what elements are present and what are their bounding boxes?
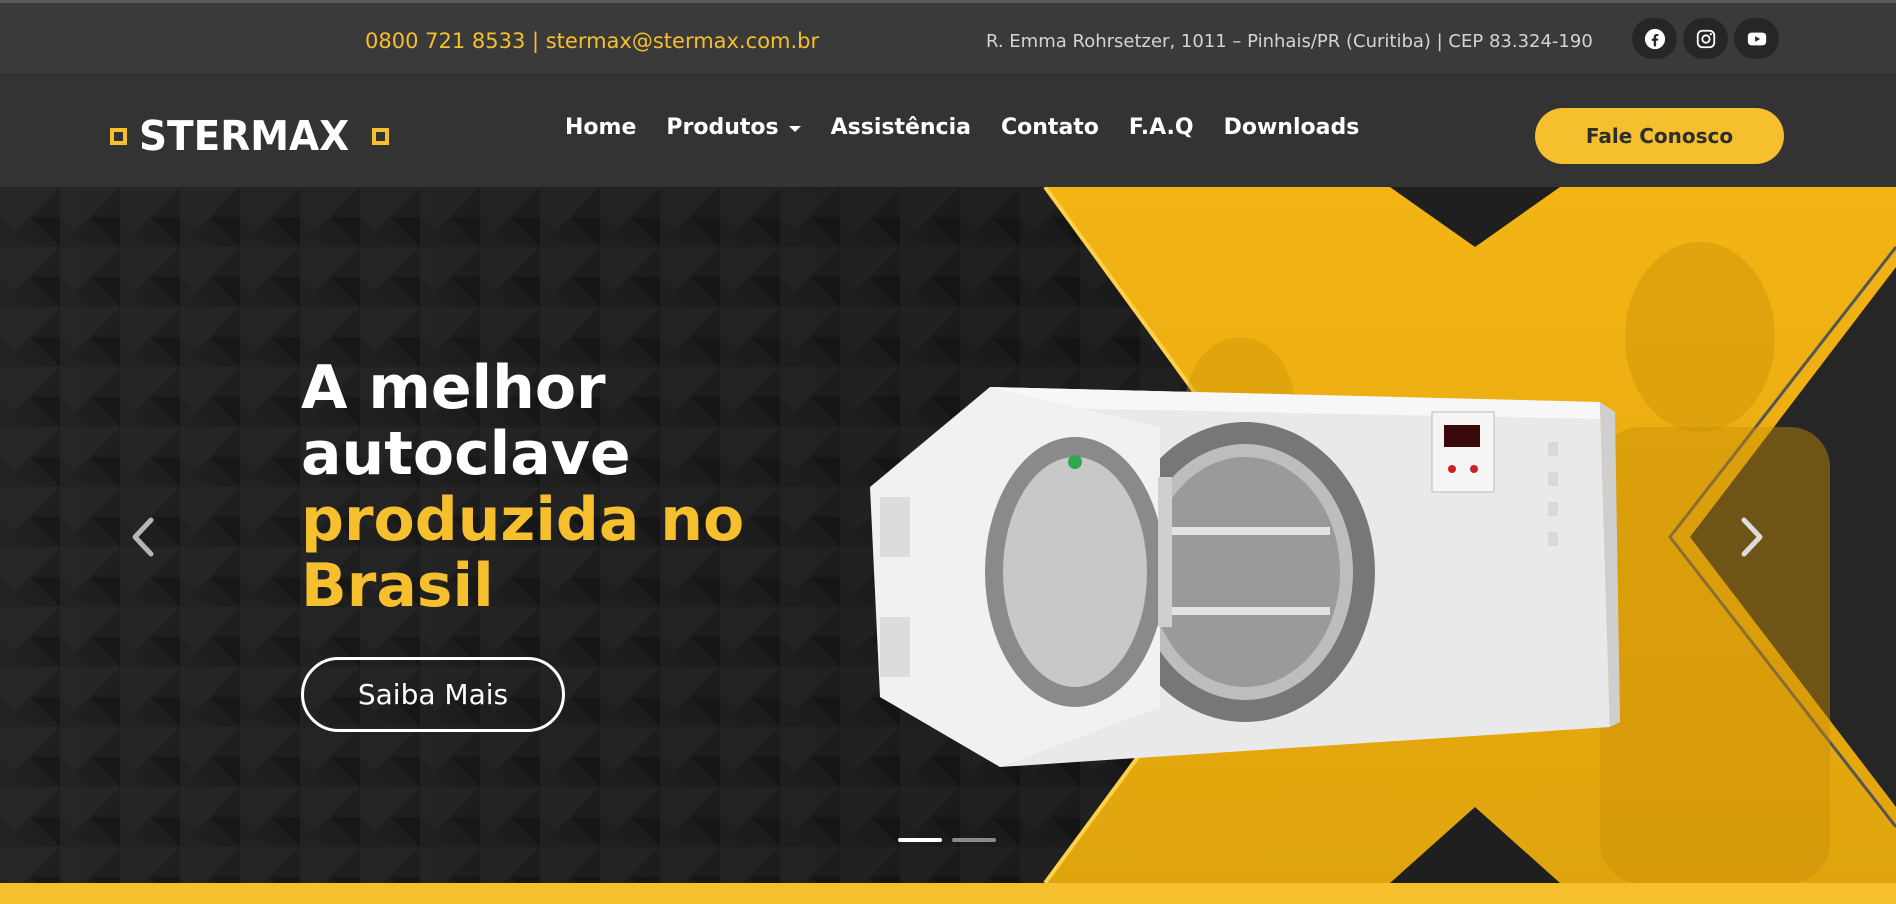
slider-indicators	[898, 838, 1006, 842]
slide-indicator-2[interactable]	[952, 838, 996, 842]
nav-produtos-label: Produtos	[666, 115, 779, 140]
main-menu: Home Produtos Assistência Contato F.A.Q …	[565, 115, 1389, 140]
contact-info[interactable]: 0800 721 8533 | stermax@stermax.com.br	[365, 29, 819, 53]
slider-next-button[interactable]	[1738, 514, 1768, 560]
youtube-link[interactable]	[1734, 18, 1779, 59]
hero-background	[0, 187, 1896, 883]
slide-indicator-1[interactable]	[898, 838, 942, 842]
nav-downloads[interactable]: Downloads	[1224, 115, 1360, 140]
nav-contato[interactable]: Contato	[1001, 115, 1099, 140]
stermax-logo[interactable]: STERMAX	[110, 112, 390, 160]
headline-line-4: Brasil	[301, 551, 494, 621]
headline-line-2: autoclave	[301, 419, 631, 489]
instagram-link[interactable]	[1683, 18, 1728, 59]
nav-faq[interactable]: F.A.Q	[1129, 115, 1194, 140]
caret-down-icon	[788, 125, 801, 132]
chevron-right-icon	[1741, 517, 1763, 557]
logo-square-left	[110, 127, 127, 145]
facebook-link[interactable]	[1632, 18, 1677, 59]
nav-produtos[interactable]: Produtos	[666, 115, 801, 140]
hero-headline: A melhor autoclave produzida no Brasil	[301, 355, 744, 619]
top-contact-bar: 0800 721 8533 | stermax@stermax.com.br R…	[0, 0, 1896, 73]
logo-text: STERMAX	[139, 112, 350, 160]
headline-line-3: produzida no	[301, 485, 745, 555]
logo-square-right	[372, 127, 390, 145]
chevron-left-icon	[132, 517, 154, 557]
hero-slider: A melhor autoclave produzida no Brasil S…	[0, 187, 1896, 883]
slider-prev-button[interactable]	[127, 514, 157, 560]
headline-line-1: A melhor	[301, 353, 606, 423]
facebook-icon	[1644, 28, 1665, 49]
fale-conosco-button[interactable]: Fale Conosco	[1535, 108, 1784, 164]
main-navbar: STERMAX Home Produtos Assistência Contat…	[0, 73, 1896, 187]
address-info: R. Emma Rohrsetzer, 1011 – Pinhais/PR (C…	[986, 31, 1593, 52]
nav-home[interactable]: Home	[565, 115, 636, 140]
instagram-icon	[1696, 29, 1715, 48]
youtube-icon	[1747, 32, 1766, 45]
nav-assistencia[interactable]: Assistência	[831, 115, 971, 140]
bottom-accent-strip	[0, 883, 1896, 904]
autoclave-image	[870, 387, 1620, 767]
saiba-mais-button[interactable]: Saiba Mais	[301, 657, 565, 732]
